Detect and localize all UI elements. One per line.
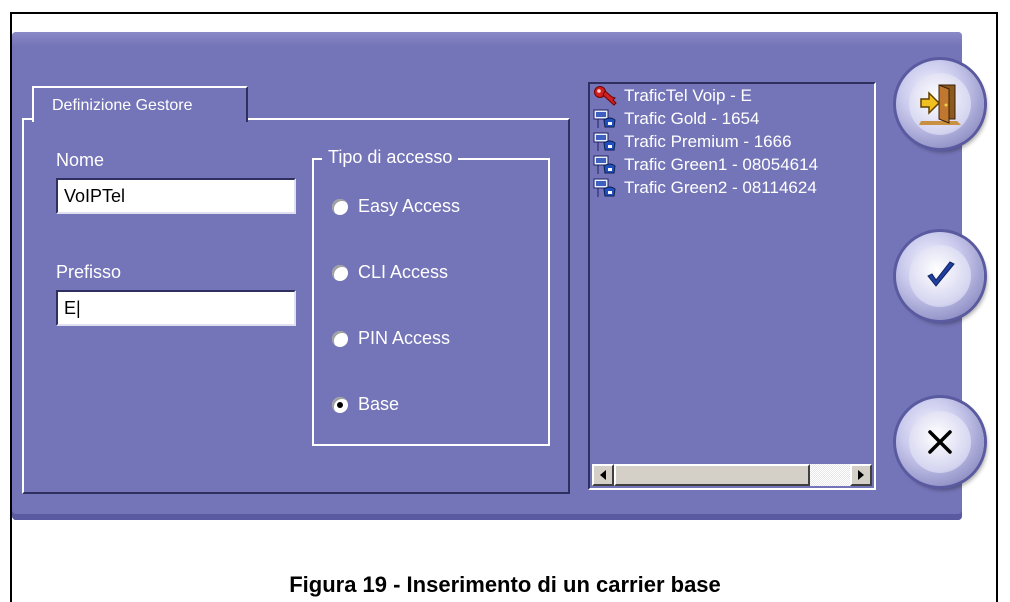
scroll-right-button[interactable] bbox=[850, 464, 872, 486]
radio-label: Easy Access bbox=[358, 196, 461, 216]
radio-indicator[interactable] bbox=[332, 396, 348, 413]
radio-base[interactable]: Base bbox=[332, 394, 399, 415]
prefisso-label: Prefisso bbox=[56, 262, 122, 282]
scroll-left-button[interactable] bbox=[592, 464, 614, 486]
tab-definizione-gestore[interactable]: Definizione Gestore bbox=[32, 86, 248, 122]
horizontal-scrollbar[interactable] bbox=[592, 464, 872, 486]
network-phone-icon bbox=[593, 178, 616, 197]
radio-cli-access[interactable]: CLI Access bbox=[332, 262, 448, 283]
key-icon bbox=[594, 85, 617, 106]
list-item[interactable]: Trafic Gold - 1654 bbox=[590, 107, 874, 130]
nome-input[interactable] bbox=[56, 178, 296, 214]
confirm-button[interactable] bbox=[896, 232, 984, 320]
carrier-label: Trafic Premium - 1666 bbox=[624, 131, 792, 151]
close-icon bbox=[928, 430, 952, 454]
list-item[interactable]: Trafic Green1 - 08054614 bbox=[590, 153, 874, 176]
list-item[interactable]: TraficTel Voip - E bbox=[590, 84, 874, 107]
radio-pin-access[interactable]: PIN Access bbox=[332, 328, 450, 349]
radio-indicator[interactable] bbox=[332, 330, 348, 347]
radio-label: Base bbox=[358, 394, 400, 414]
radio-label: CLI Access bbox=[358, 262, 449, 282]
scroll-track[interactable] bbox=[810, 464, 850, 486]
radio-easy-access[interactable]: Easy Access bbox=[332, 196, 460, 217]
triangle-right-icon bbox=[858, 470, 864, 480]
network-phone-icon bbox=[593, 155, 616, 174]
access-type-legend: Tipo di accesso bbox=[322, 147, 459, 168]
radio-label: PIN Access bbox=[358, 328, 451, 348]
radio-indicator[interactable] bbox=[332, 264, 348, 281]
carrier-label: TraficTel Voip - E bbox=[624, 85, 752, 105]
carrier-label: Trafic Green2 - 08114624 bbox=[624, 177, 817, 197]
checkmark-icon bbox=[927, 261, 955, 287]
prefisso-input[interactable] bbox=[56, 290, 296, 326]
radio-indicator[interactable] bbox=[332, 198, 348, 215]
carrier-listbox[interactable]: TraficTel Voip - E Trafic Gold - 1654 Tr… bbox=[588, 82, 876, 490]
cancel-button[interactable] bbox=[896, 398, 984, 486]
nome-label: Nome bbox=[56, 150, 105, 170]
list-item[interactable]: Trafic Green2 - 08114624 bbox=[590, 176, 874, 199]
triangle-left-icon bbox=[600, 470, 606, 480]
figure-caption: Figura 19 - Inserimento di un carrier ba… bbox=[289, 572, 721, 597]
scroll-thumb[interactable] bbox=[614, 464, 810, 486]
carrier-label: Trafic Green1 - 08054614 bbox=[624, 154, 819, 174]
network-phone-icon bbox=[593, 109, 616, 128]
exit-button[interactable] bbox=[896, 60, 984, 148]
carrier-label: Trafic Gold - 1654 bbox=[624, 108, 760, 128]
network-phone-icon bbox=[593, 132, 616, 151]
exit-door-icon bbox=[919, 84, 961, 125]
list-item[interactable]: Trafic Premium - 1666 bbox=[590, 130, 874, 153]
